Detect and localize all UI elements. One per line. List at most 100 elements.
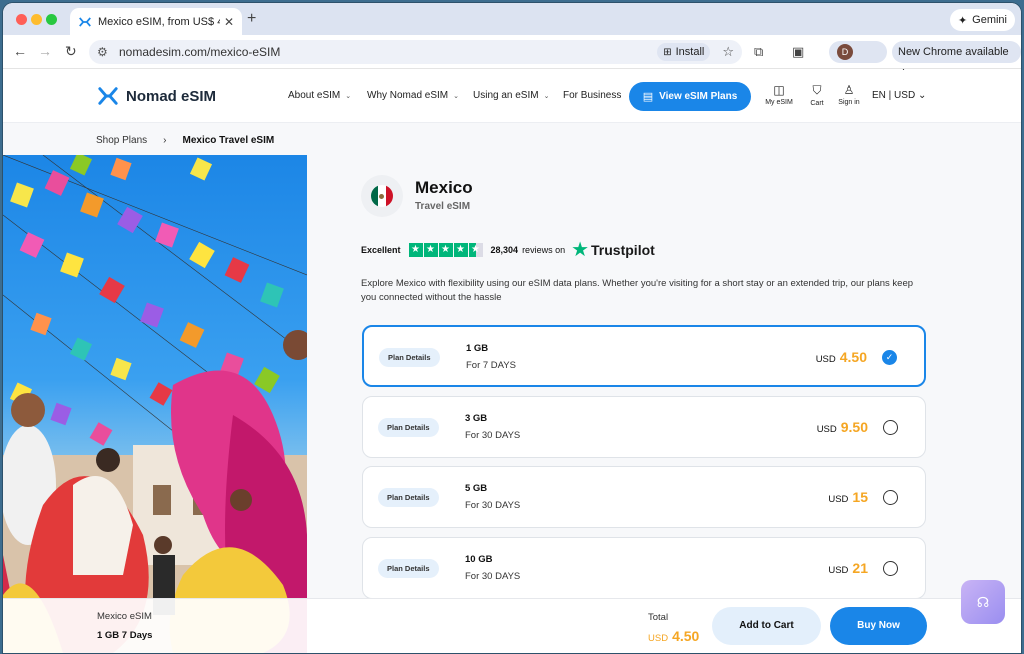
- nomad-logo-icon: [98, 87, 118, 105]
- plan-option-3gb[interactable]: Plan Details 3 GB For 30 DAYS USD 9.50: [362, 396, 926, 458]
- star-icon: ★: [423, 242, 438, 257]
- plan-amount: 15: [852, 489, 868, 505]
- plan-option-1gb[interactable]: Plan Details 1 GB For 7 DAYS USD 4.50 ✓: [362, 325, 926, 387]
- star-icon: ★: [408, 242, 423, 257]
- plan-amount: 21: [852, 560, 868, 576]
- nomad-favicon-icon: [79, 16, 91, 27]
- install-app-button[interactable]: ⊞ Install: [657, 43, 711, 61]
- gemini-button[interactable]: ✦ Gemini: [949, 9, 1015, 31]
- plan-radio-icon[interactable]: [883, 490, 898, 505]
- back-arrow-icon[interactable]: ←: [13, 43, 27, 59]
- chevron-down-icon: ⌄: [453, 93, 460, 100]
- sign-in-link[interactable]: ♙ Sign in: [832, 83, 866, 106]
- web-page: Nomad eSIM About eSIM ⌄ Why Nomad eSIM ⌄ U…: [3, 70, 1021, 653]
- chevron-down-icon: ⌄: [345, 93, 352, 100]
- browser-tab[interactable]: Mexico eSIM, from US$ 4.5 | ✕: [70, 8, 242, 35]
- product-description: Explore Mexico with flexibility using ou…: [361, 278, 914, 303]
- mexico-dancers-photo: [3, 155, 307, 653]
- plan-currency: USD: [828, 494, 849, 505]
- plan-price: USD 21: [828, 560, 868, 576]
- plan-price: USD 4.50: [816, 349, 867, 365]
- trustpilot-logo: ★ Trustpilot: [571, 237, 655, 262]
- breadcrumb-separator: ›: [163, 135, 167, 146]
- site-settings-icon[interactable]: ⚙: [97, 45, 111, 59]
- user-icon: ♙: [843, 83, 855, 97]
- cart-summary-bar: Mexico eSIM 1 GB 7 Days Total USD 4.50 Ad…: [3, 598, 1021, 653]
- nav-label: About eSIM: [288, 90, 341, 101]
- minimize-window-button[interactable]: [31, 14, 42, 25]
- browser-window: Mexico eSIM, from US$ 4.5 | ✕ + ✦ Gemini…: [3, 3, 1021, 653]
- plan-radio-icon[interactable]: [883, 420, 898, 435]
- plan-details-button[interactable]: Plan Details: [379, 348, 440, 367]
- tab-close-icon[interactable]: ✕: [224, 15, 234, 29]
- plan-amount: 4.50: [839, 349, 867, 365]
- chevron-down-icon: ⌄: [543, 93, 550, 100]
- plan-duration: For 7 DAYS: [466, 360, 516, 371]
- new-tab-button[interactable]: +: [247, 10, 256, 28]
- rating-word: Excellent: [361, 244, 401, 255]
- plan-data: 5 GB: [465, 483, 488, 494]
- brand-name: Nomad eSIM: [126, 87, 217, 105]
- chevron-down-icon: ⌄: [917, 90, 927, 101]
- nav-label: For Business: [563, 90, 622, 101]
- support-chat-button[interactable]: ☊: [961, 580, 1005, 624]
- nav-using-esim[interactable]: Using an eSIM ⌄: [473, 90, 549, 101]
- url-text[interactable]: nomadesim.com/mexico-eSIM: [119, 45, 657, 59]
- update-chrome-button[interactable]: New Chrome available ⋮: [892, 41, 1021, 80]
- plan-details-button[interactable]: Plan Details: [378, 559, 439, 578]
- trustpilot-star-icon: ★: [571, 239, 590, 261]
- cart-link[interactable]: ⛉ Cart: [800, 83, 834, 107]
- product-subtitle: Travel eSIM: [415, 201, 471, 212]
- forward-arrow-icon[interactable]: →: [38, 43, 52, 59]
- buy-now-button[interactable]: Buy Now: [830, 607, 927, 645]
- view-esim-plans-button[interactable]: ▤ View eSIM Plans: [629, 82, 751, 111]
- tab-title: Mexico eSIM, from US$ 4.5 |: [98, 15, 220, 28]
- view-plans-label: View eSIM Plans: [659, 91, 738, 102]
- plan-details-button[interactable]: Plan Details: [378, 488, 439, 507]
- plan-currency: USD: [815, 354, 836, 365]
- nav-why-nomad[interactable]: Why Nomad eSIM ⌄: [367, 90, 459, 101]
- mexico-flag-icon: [371, 185, 393, 207]
- add-to-cart-button[interactable]: Add to Cart: [712, 607, 821, 645]
- update-chrome-label: New Chrome available: [898, 46, 1009, 58]
- gemini-label: Gemini: [972, 14, 1007, 26]
- nav-about-esim[interactable]: About eSIM ⌄: [288, 90, 351, 101]
- brand-logo[interactable]: Nomad eSIM: [97, 86, 216, 106]
- site-header: Nomad eSIM About eSIM ⌄ Why Nomad eSIM ⌄ U…: [3, 70, 1021, 123]
- maximize-window-button[interactable]: [46, 14, 57, 25]
- cart-selected-plan: 1 GB 7 Days: [97, 630, 153, 641]
- trustpilot-rating[interactable]: Excellent ★ ★ ★ ★ ★ 28,304 reviews on ★ …: [361, 237, 655, 262]
- plan-radio-icon[interactable]: [883, 561, 898, 576]
- plan-option-10gb[interactable]: Plan Details 10 GB For 30 DAYS USD 21: [362, 537, 926, 599]
- rating-stars: ★ ★ ★ ★ ★: [408, 242, 483, 257]
- profile-button[interactable]: D: [829, 41, 887, 63]
- extensions-icon[interactable]: ⧉: [754, 44, 763, 60]
- install-icon: ⊞: [663, 46, 672, 58]
- address-bar[interactable]: ⚙ nomadesim.com/mexico-eSIM ⊞ Install ☆: [89, 40, 742, 64]
- plan-duration: For 30 DAYS: [465, 571, 521, 582]
- my-esim-link[interactable]: ◫ My eSIM: [762, 83, 796, 106]
- plan-radio-checked-icon[interactable]: ✓: [882, 350, 897, 365]
- lang-label: EN | USD: [872, 90, 916, 101]
- install-label: Install: [675, 46, 705, 58]
- reviews-on-label: reviews on: [522, 244, 566, 255]
- reading-mode-icon[interactable]: ▣: [792, 44, 804, 60]
- plan-price: USD 9.50: [817, 419, 868, 435]
- total-label: Total: [648, 612, 669, 623]
- total-currency: USD: [648, 633, 669, 644]
- plan-duration: For 30 DAYS: [465, 430, 521, 441]
- breadcrumb-current: Mexico Travel eSIM: [182, 135, 275, 146]
- plan-duration: For 30 DAYS: [465, 500, 521, 511]
- plan-details-button[interactable]: Plan Details: [378, 418, 439, 437]
- star-icon: ★: [438, 242, 453, 257]
- close-window-button[interactable]: [16, 14, 27, 25]
- plan-option-5gb[interactable]: Plan Details 5 GB For 30 DAYS USD 15: [362, 466, 926, 528]
- breadcrumb-shop-plans[interactable]: Shop Plans: [96, 135, 147, 146]
- language-currency-selector[interactable]: EN | USD ⌄: [872, 90, 926, 101]
- reload-icon[interactable]: ↻: [65, 43, 77, 60]
- avatar: D: [837, 44, 853, 60]
- nav-label: Using an eSIM: [473, 90, 539, 101]
- nav-for-business[interactable]: For Business: [563, 90, 621, 101]
- browser-toolbar: ← → ↻ ⚙ nomadesim.com/mexico-eSIM ⊞ Inst…: [3, 35, 1021, 80]
- bookmark-star-icon[interactable]: ☆: [722, 44, 734, 60]
